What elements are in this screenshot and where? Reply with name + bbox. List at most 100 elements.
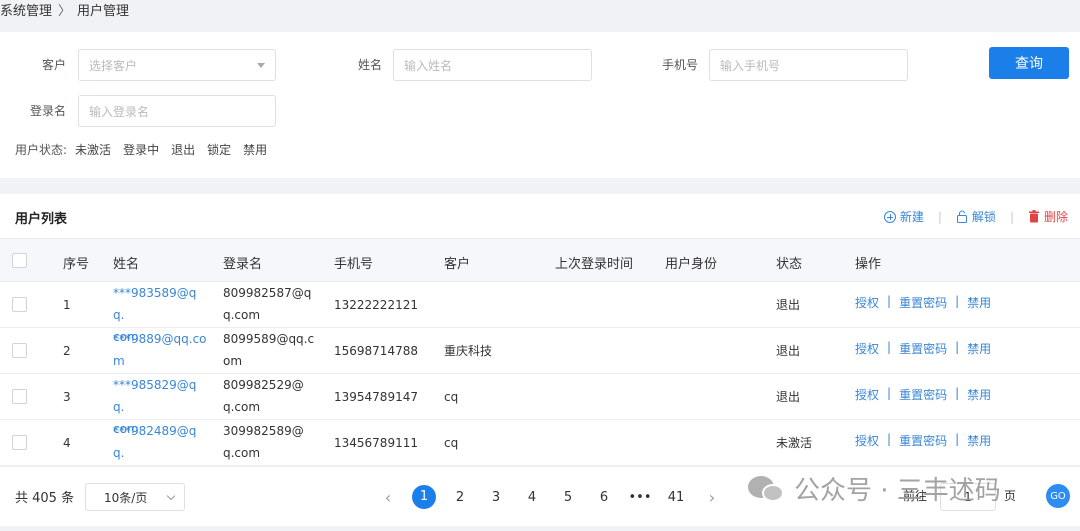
reset-password-link[interactable]: 重置密码 [899, 432, 947, 449]
row-ops: 授权 | 重置密码 | 禁用 [855, 386, 991, 403]
page-size-select[interactable]: 10条/页 [85, 483, 185, 511]
prev-page-button[interactable]: ‹ [370, 488, 406, 507]
unlock-button[interactable]: 解锁 [956, 208, 996, 225]
row-phone: 13456789111 [334, 436, 418, 450]
row-phone: 15698714788 [334, 344, 418, 358]
name-label: 姓名 [357, 58, 382, 72]
watermark-text: 公众号 · 三丰述码 [794, 476, 1001, 506]
pager: ‹ 1 2 3 4 5 6 ••• 41 › [370, 483, 730, 511]
page-button-2[interactable]: 2 [442, 490, 478, 505]
unlock-button-label: 解锁 [971, 210, 996, 224]
row-name-line1: ***983589@qq. [113, 286, 197, 322]
row-index: 4 [63, 436, 71, 450]
row-name-line2: m [113, 354, 125, 368]
total-count: 共 405 条 [15, 491, 75, 506]
reset-password-link[interactable]: 重置密码 [899, 340, 947, 357]
column-header-last-login: 上次登录时间 [555, 257, 634, 272]
status-filter-label: 用户状态: [15, 143, 68, 157]
table-row: 3 ***985829@qq. com 809982529@ q.com 13954… [0, 374, 1080, 436]
column-header-actions: 操作 [855, 257, 882, 272]
status-option-disabled[interactable]: 禁用 [243, 141, 267, 158]
row-name-link[interactable]: ***9889@qq.co m [113, 328, 207, 372]
ops-separator: | [887, 294, 892, 308]
new-button[interactable]: 新建 [883, 208, 924, 225]
page-button-5[interactable]: 5 [550, 490, 586, 505]
breadcrumb-separator: 〉 [58, 3, 72, 19]
row-login: 309982589@ q.com [223, 420, 317, 464]
column-header-phone: 手机号 [334, 257, 374, 272]
goto-suffix: 页 [1004, 489, 1017, 503]
grant-link[interactable]: 授权 [855, 294, 879, 311]
table-row: 4 ***982489@qq.com 309982589@q.com 13456… [0, 420, 1080, 482]
grant-link[interactable]: 授权 [855, 432, 879, 449]
watermark: 公众号 · 三丰述码 [748, 470, 1001, 507]
status-filter: 用户状态: 未激活 登录中 退出 锁定 禁用 [15, 141, 267, 158]
ops-separator: | [955, 294, 960, 308]
row-status: 未激活 [776, 436, 813, 450]
next-page-button[interactable]: › [694, 488, 730, 507]
login-input-placeholder: 输入登录名 [89, 104, 150, 119]
column-header-status: 状态 [776, 257, 803, 272]
row-name-line1: ***9889@qq.co [113, 332, 207, 346]
page-button-6[interactable]: 6 [586, 490, 622, 505]
chevron-down-icon [166, 491, 176, 500]
phone-label: 手机号 [661, 58, 698, 72]
column-header-login: 登录名 [223, 257, 263, 272]
divider: | [1009, 209, 1014, 224]
select-all-checkbox[interactable] [12, 253, 27, 268]
row-customer: cq [444, 390, 459, 404]
page-button-41[interactable]: 41 [658, 490, 694, 505]
ops-separator: | [887, 340, 892, 354]
ops-separator: | [955, 432, 960, 446]
customer-select[interactable]: 选择客户 [78, 49, 276, 81]
login-label: 登录名 [29, 104, 66, 118]
name-input-placeholder: 输入姓名 [404, 58, 453, 73]
phone-input[interactable]: 输入手机号 [709, 49, 908, 81]
name-input[interactable]: 输入姓名 [393, 49, 592, 81]
divider: | [937, 209, 942, 224]
filter-panel: 客户 选择客户 姓名 输入姓名 手机号 输入手机号 查询 登录名 输入登录名 用… [0, 32, 1080, 178]
row-name-line1: ***982489@qq. [113, 424, 197, 460]
row-index: 2 [63, 344, 71, 358]
reset-password-link[interactable]: 重置密码 [899, 386, 947, 403]
row-customer: cq [444, 436, 459, 450]
row-checkbox[interactable] [12, 389, 27, 404]
row-checkbox[interactable] [12, 343, 27, 358]
table-row: 2 ***9889@qq.co m 8099589@qq.c om 15698714… [0, 328, 1080, 374]
disable-link[interactable]: 禁用 [967, 294, 991, 311]
list-actions: 新建 | 解锁 | 删除 [883, 208, 1068, 225]
search-button[interactable]: 查询 [989, 47, 1069, 79]
login-input[interactable]: 输入登录名 [78, 95, 276, 127]
grant-link[interactable]: 授权 [855, 386, 879, 403]
disable-link[interactable]: 禁用 [967, 340, 991, 357]
row-status: 退出 [776, 298, 801, 312]
disable-link[interactable]: 禁用 [967, 386, 991, 403]
reset-password-link[interactable]: 重置密码 [899, 294, 947, 311]
status-option-locked[interactable]: 锁定 [207, 141, 231, 158]
row-checkbox[interactable] [12, 435, 27, 450]
go-button[interactable]: GO [1046, 484, 1070, 508]
grant-link[interactable]: 授权 [855, 340, 879, 357]
status-option-logged-in[interactable]: 登录中 [123, 141, 159, 158]
status-option-logged-out[interactable]: 退出 [171, 141, 195, 158]
row-index: 1 [63, 298, 71, 312]
breadcrumb-root[interactable]: 系统管理 [0, 0, 52, 19]
page-button-1[interactable]: 1 [412, 485, 436, 509]
page-button-3[interactable]: 3 [478, 490, 514, 505]
plus-circle-icon [883, 210, 896, 223]
row-checkbox[interactable] [12, 297, 27, 312]
row-status: 退出 [776, 344, 801, 358]
column-header-name: 姓名 [113, 257, 140, 272]
more-pages-button[interactable]: ••• [622, 490, 658, 505]
delete-button-label: 删除 [1043, 210, 1068, 224]
row-login: 8099589@qq.c om [223, 328, 317, 372]
disable-link[interactable]: 禁用 [967, 432, 991, 449]
page-size-value: 10条/页 [104, 490, 148, 505]
breadcrumb: 系统管理 〉 用户管理 [0, 0, 130, 19]
status-option-inactive[interactable]: 未激活 [75, 141, 111, 158]
trash-icon [1028, 210, 1039, 223]
row-ops: 授权 | 重置密码 | 禁用 [855, 294, 991, 311]
breadcrumb-current: 用户管理 [77, 3, 130, 19]
page-button-4[interactable]: 4 [514, 490, 550, 505]
delete-button[interactable]: 删除 [1028, 208, 1068, 225]
